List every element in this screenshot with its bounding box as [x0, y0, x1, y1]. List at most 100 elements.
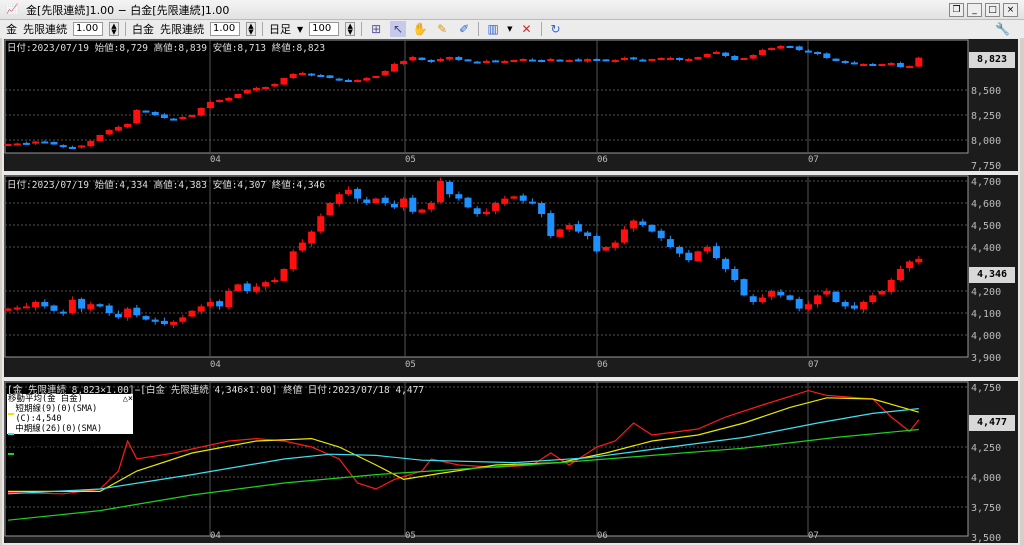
candle-body: [620, 58, 628, 60]
candle-body: [482, 211, 490, 214]
symbol2-label: 白金: [132, 23, 154, 36]
candle-body: [344, 80, 352, 82]
candle-body: [915, 57, 923, 67]
candle-body: [243, 90, 251, 94]
candle-body: [22, 306, 30, 309]
candle-body: [317, 75, 325, 77]
candle-body: [814, 295, 822, 305]
candle-body: [197, 306, 205, 312]
candle-body: [777, 291, 785, 296]
close-button[interactable]: ×: [1003, 3, 1018, 17]
candle-body: [142, 110, 150, 113]
candle-body: [372, 76, 380, 78]
legend-item-short[interactable]: 短期線(9)(0)(SMA)(C):4,540: [8, 404, 133, 424]
maximize-button[interactable]: □: [985, 3, 1000, 17]
settings-wrench-icon[interactable]: 🔧: [995, 22, 1010, 36]
delete-drawing-icon[interactable]: ✕: [519, 21, 535, 37]
candle-body: [344, 189, 352, 195]
toolbar: 金 先限連続 1.00 ▲ ▼ 白金 先限連続 1.00 ▲ ▼ 日足 ▼ 100 ▲…: [0, 20, 1024, 38]
candle-body: [804, 304, 812, 310]
candle-body: [685, 59, 693, 61]
candle-body: [786, 295, 794, 300]
candle-body: [593, 236, 601, 252]
panel3-last-value: 4,477: [969, 415, 1015, 431]
legend-close-icon[interactable]: △×: [123, 394, 133, 404]
candle-body: [630, 220, 638, 229]
candle-body: [179, 317, 187, 322]
candle-body: [676, 247, 684, 254]
y-tick-label: 4,750: [971, 383, 1001, 394]
candle-body: [22, 142, 30, 145]
candle-body: [795, 46, 803, 50]
candle-body: [216, 301, 224, 307]
candle-body: [869, 64, 877, 66]
candle-body: [409, 57, 417, 61]
candle-body: [308, 231, 316, 244]
candle-body: [915, 258, 923, 263]
bar-count-spinner[interactable]: ▲ ▼: [345, 22, 356, 36]
refresh-icon[interactable]: ↻: [548, 21, 564, 37]
candle-body: [722, 258, 730, 269]
pointer-icon[interactable]: ↖: [390, 21, 407, 37]
candle-body: [262, 87, 270, 89]
candle-body: [179, 117, 187, 119]
minimize-button[interactable]: _: [967, 3, 982, 17]
chevron-down-icon[interactable]: ▼: [297, 25, 303, 34]
candle-body: [436, 181, 444, 203]
restore-button[interactable]: ❐: [949, 3, 964, 17]
multiplier1-input[interactable]: 1.00: [73, 22, 103, 36]
candle-body: [528, 201, 536, 204]
candle-body: [850, 62, 858, 65]
candle-body: [142, 316, 150, 320]
candle-body: [381, 71, 389, 76]
candle-body: [860, 302, 868, 310]
green-line-swatch: [8, 453, 15, 455]
candle-body: [510, 196, 518, 199]
candle-body: [114, 313, 122, 318]
moving-average-legend[interactable]: 移動平均(金 白金) △× 短期線(9)(0)(SMA)(C):4,540 中期線…: [7, 394, 133, 464]
candle-body: [731, 56, 739, 60]
candle-body: [271, 84, 279, 87]
candle-body: [639, 221, 647, 225]
candle-body: [850, 305, 858, 309]
pencil-icon[interactable]: ✎: [434, 21, 450, 37]
candle-body: [547, 213, 555, 236]
candle-body: [13, 307, 21, 310]
multiplier1-spinner[interactable]: ▲ ▼: [109, 22, 119, 36]
candle-body: [32, 141, 40, 144]
candle-body: [225, 291, 233, 308]
crosshair-icon[interactable]: ⊞: [368, 21, 384, 37]
divider: [262, 22, 263, 36]
candle-body: [694, 251, 702, 262]
candle-body: [372, 198, 380, 203]
y-tick-label: 8,250: [971, 111, 1001, 122]
indicator-icon[interactable]: ▥: [485, 21, 501, 37]
candle-body: [326, 75, 334, 78]
hand-icon[interactable]: ✋: [412, 21, 428, 37]
candle-body: [519, 59, 527, 61]
period-select[interactable]: 日足: [269, 21, 291, 37]
candle-body: [547, 59, 555, 61]
multiplier2-input[interactable]: 1.00: [210, 22, 240, 36]
candle-body: [768, 48, 776, 50]
candle-body: [455, 194, 463, 199]
candle-body: [298, 73, 306, 75]
multiplier2-spinner[interactable]: ▲ ▼: [246, 22, 256, 36]
candle-body: [59, 145, 67, 148]
legend-item-mid[interactable]: 中期線(26)(0)(SMA)(C):4,570: [8, 424, 133, 444]
candle-body: [814, 52, 822, 54]
bar-count-input[interactable]: 100: [309, 22, 340, 36]
candle-body: [464, 197, 472, 208]
symbol1-label: 金: [6, 23, 17, 36]
panel2-last-price: 4,346: [969, 267, 1015, 283]
x-tick-label: 06: [597, 155, 608, 165]
candle-body: [492, 60, 500, 63]
x-tick-label: 05: [405, 360, 416, 370]
draw-line-icon[interactable]: ✐: [456, 21, 472, 37]
candle-body: [4, 144, 12, 146]
candle-body: [32, 302, 40, 308]
chevron-down-icon[interactable]: ▼: [507, 25, 512, 33]
chart-area[interactable]: 8,500 8,250 8,000 7,750 04 05 06 07 4,700 4,600 4,…: [0, 38, 1024, 546]
legend-item-long[interactable]: 長期線(52)(0)(SMA)(C):4,396: [8, 444, 133, 464]
cyan-line-swatch: [8, 433, 15, 435]
